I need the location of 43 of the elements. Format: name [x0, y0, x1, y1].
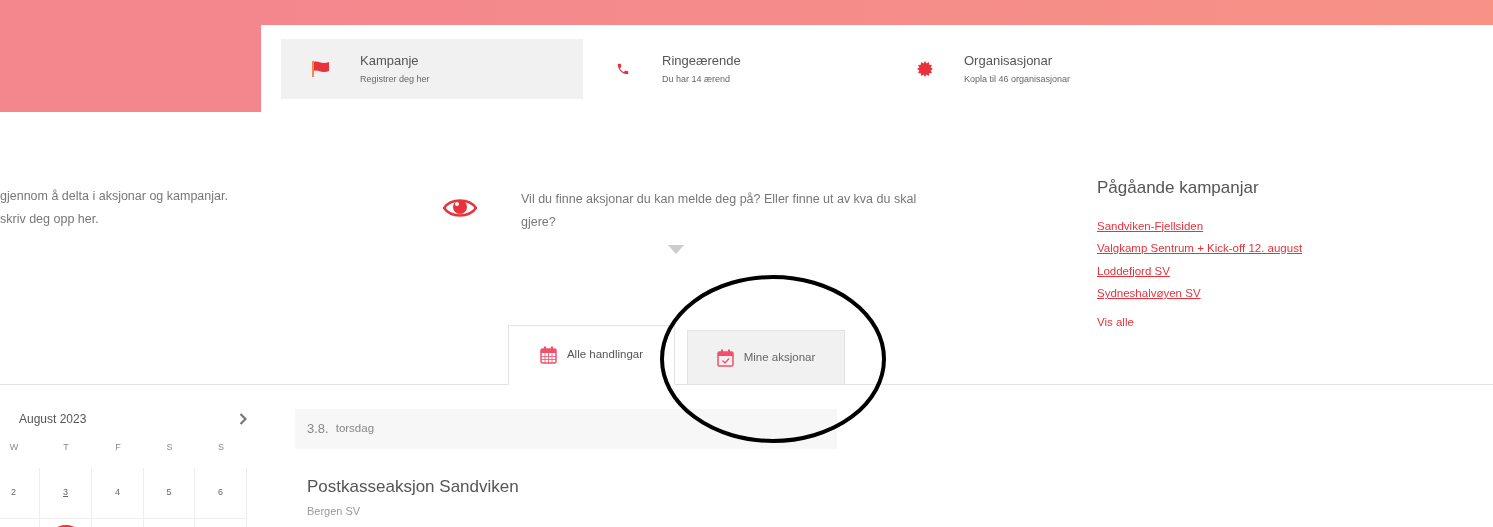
calendar-month: August 2023	[19, 411, 87, 428]
phone-icon	[615, 62, 630, 76]
nav-title: Ringeærende	[662, 51, 741, 70]
calendar-day[interactable]: 3	[40, 468, 92, 519]
weekday-label: T	[63, 441, 69, 454]
calendar-day[interactable]: 2	[0, 468, 40, 519]
event-title[interactable]: Postkasseaksjon Sandviken	[307, 474, 837, 500]
intro-text: gjennom å delta i aksjonar og kampanjar.	[0, 188, 229, 205]
calendar-day[interactable]: 4	[92, 468, 144, 519]
nav-item[interactable]: Organisasjonar Kopla til 46 organisasjonar	[885, 39, 1187, 99]
campaign-link[interactable]: Sydneshalvøyen SV	[1097, 282, 1201, 305]
campaign-link[interactable]: Sandviken-Fjellsiden	[1097, 214, 1204, 237]
calendar-icon	[539, 346, 557, 364]
nav-title: Organisasjonar	[964, 51, 1054, 70]
flag-icon	[311, 61, 330, 77]
weekday-label: W	[9, 441, 19, 454]
nav-subtitle: Registrer deg her	[360, 72, 430, 86]
eye-icon	[443, 197, 477, 219]
help-text: Vil du finne aksjonar du kan melde deg på? Eller finne ut av kva du skal gjere?	[521, 191, 918, 231]
nav-subtitle: Du har 14 ærend	[662, 72, 732, 86]
event-organizer: Bergen SV	[307, 503, 362, 519]
date-weekday: torsdag	[335, 421, 375, 437]
intro-text: skriv deg opp her.	[0, 211, 100, 228]
date-number: 3.8.	[307, 420, 329, 439]
nav-title: Kampanje	[360, 51, 420, 70]
weekday-label: F	[115, 441, 121, 454]
view-all-link[interactable]: Vis alle	[1097, 313, 1134, 331]
section-heading: Pågåande kampanjar	[1097, 177, 1260, 199]
seal-icon	[916, 61, 933, 77]
campaign-link[interactable]: Valgkamp Sentrum + Kick-off 12. august	[1097, 237, 1303, 260]
nav-item[interactable]: Ringeærende Du har 14 ærend	[583, 39, 885, 99]
tab[interactable]: Mine aksjonar	[687, 330, 845, 385]
caret-icon	[668, 245, 684, 254]
calendar-day[interactable]: 6	[195, 468, 247, 519]
weekday-label: S	[166, 441, 173, 454]
calendar-check-icon	[716, 348, 734, 367]
campaign-link[interactable]: Loddefjord SV	[1097, 259, 1170, 282]
nav-subtitle: Kopla til 46 organisasjonar	[964, 72, 1071, 86]
next-month-icon[interactable]	[239, 413, 247, 425]
calendar-day[interactable]: 5	[144, 468, 195, 519]
weekday-label: S	[218, 441, 224, 454]
nav-item[interactable]: Kampanje Registrer deg her	[281, 39, 583, 99]
tab[interactable]: Alle handlingar	[508, 325, 675, 385]
